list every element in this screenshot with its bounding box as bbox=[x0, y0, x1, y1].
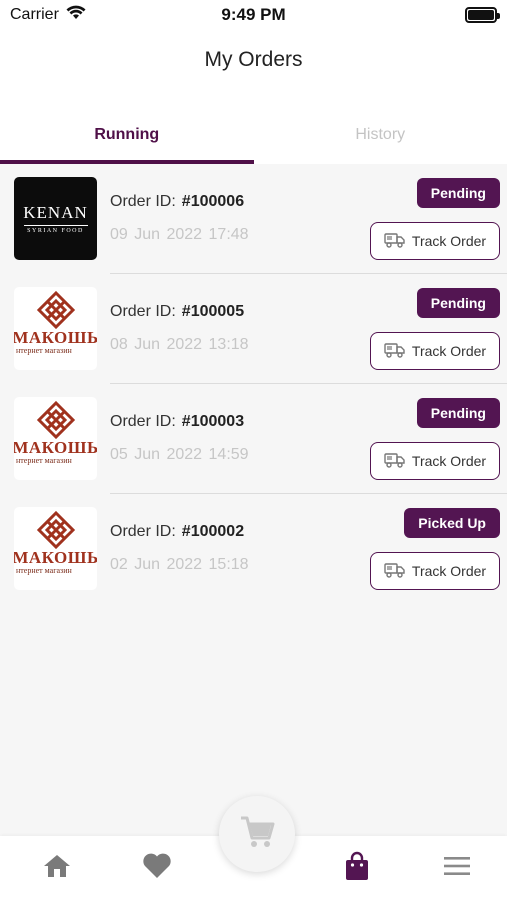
order-id-value: #100005 bbox=[181, 303, 245, 320]
track-order-label: Track Order bbox=[411, 453, 487, 469]
logo-text: МАКОШЬ bbox=[14, 328, 97, 347]
order-datetime: 05 Jun 2022 14:59 bbox=[110, 446, 249, 464]
delivery-truck-icon bbox=[384, 451, 406, 472]
wifi-icon bbox=[66, 5, 86, 25]
order-id: Order ID: #100003 bbox=[110, 413, 244, 431]
order-row[interactable]: МАКОШЬ нтернет магазин Order ID: #100005 … bbox=[0, 274, 507, 384]
makosh-logo: МАКОШЬ нтернет магазин bbox=[14, 397, 97, 480]
carrier-label: Carrier bbox=[10, 6, 59, 23]
order-time: 13:18 bbox=[208, 336, 249, 353]
battery-icon bbox=[465, 7, 500, 23]
delivery-truck-icon bbox=[384, 561, 406, 582]
order-date: 09 Jun 2022 bbox=[110, 226, 203, 243]
track-order-label: Track Order bbox=[411, 233, 487, 249]
order-time: 17:48 bbox=[208, 226, 249, 243]
shopping-bag-icon bbox=[344, 851, 370, 886]
order-id-value: #100002 bbox=[181, 523, 245, 540]
order-time: 15:18 bbox=[208, 556, 249, 573]
track-order-button[interactable]: Track Order bbox=[370, 552, 500, 590]
order-date: 02 Jun 2022 bbox=[110, 556, 203, 573]
order-id: Order ID: #100005 bbox=[110, 303, 244, 321]
logo-subtext: SYRIAN FOOD bbox=[27, 228, 84, 234]
order-id-label: Order ID: bbox=[110, 413, 176, 430]
track-order-button[interactable]: Track Order bbox=[370, 332, 500, 370]
status-badge: Pending bbox=[416, 288, 500, 318]
menu-icon bbox=[443, 855, 471, 882]
nav-home[interactable] bbox=[27, 836, 87, 900]
status-badge: Pending bbox=[416, 178, 500, 208]
orders-list: KENAN SYRIAN FOOD Order ID: #100006 09 Ju… bbox=[0, 164, 507, 836]
order-id-value: #100003 bbox=[181, 413, 245, 430]
home-icon bbox=[43, 853, 71, 884]
order-datetime: 02 Jun 2022 15:18 bbox=[110, 556, 249, 574]
order-row[interactable]: МАКОШЬ нтернет магазин Order ID: #100002 … bbox=[0, 494, 507, 604]
order-id: Order ID: #100006 bbox=[110, 193, 244, 211]
nav-orders[interactable] bbox=[327, 836, 387, 900]
status-left: Carrier bbox=[10, 5, 86, 25]
makosh-logo: МАКОШЬ нтернет магазин bbox=[14, 287, 97, 370]
order-date: 08 Jun 2022 bbox=[110, 336, 203, 353]
order-tabs: Running History bbox=[0, 106, 507, 164]
delivery-truck-icon bbox=[384, 341, 406, 362]
page-title: My Orders bbox=[204, 48, 303, 71]
track-order-label: Track Order bbox=[411, 343, 487, 359]
nav-favorites[interactable] bbox=[127, 836, 187, 900]
cart-icon bbox=[239, 815, 275, 854]
logo-text: МАКОШЬ bbox=[14, 548, 97, 567]
logo-text: МАКОШЬ bbox=[14, 438, 97, 457]
status-bar: Carrier 9:49 PM bbox=[0, 0, 507, 30]
delivery-truck-icon bbox=[384, 231, 406, 252]
makosh-logo: МАКОШЬ нтернет магазин bbox=[14, 507, 97, 590]
cart-button[interactable] bbox=[219, 796, 295, 872]
heart-icon bbox=[142, 852, 172, 884]
order-row[interactable]: KENAN SYRIAN FOOD Order ID: #100006 09 Ju… bbox=[0, 164, 507, 274]
track-order-label: Track Order bbox=[411, 563, 487, 579]
nav-menu[interactable] bbox=[427, 836, 487, 900]
status-badge: Picked Up bbox=[404, 508, 500, 538]
order-id: Order ID: #100002 bbox=[110, 523, 244, 541]
kenan-logo: KENAN SYRIAN FOOD bbox=[14, 177, 97, 260]
track-order-button[interactable]: Track Order bbox=[370, 222, 500, 260]
order-row[interactable]: МАКОШЬ нтернет магазин Order ID: #100003 … bbox=[0, 384, 507, 494]
logo-text: KENAN bbox=[23, 203, 88, 222]
order-id-label: Order ID: bbox=[110, 193, 176, 210]
order-time: 14:59 bbox=[208, 446, 249, 463]
track-order-button[interactable]: Track Order bbox=[370, 442, 500, 480]
order-datetime: 08 Jun 2022 13:18 bbox=[110, 336, 249, 354]
tab-history[interactable]: History bbox=[254, 106, 507, 164]
status-badge: Pending bbox=[416, 398, 500, 428]
order-id-label: Order ID: bbox=[110, 303, 176, 320]
order-datetime: 09 Jun 2022 17:48 bbox=[110, 226, 249, 244]
order-id-label: Order ID: bbox=[110, 523, 176, 540]
logo-subtext: нтернет магазин bbox=[16, 456, 72, 465]
tab-running[interactable]: Running bbox=[0, 106, 254, 164]
logo-subtext: нтернет магазин bbox=[16, 346, 72, 355]
order-date: 05 Jun 2022 bbox=[110, 446, 203, 463]
logo-subtext: нтернет магазин bbox=[16, 566, 72, 575]
order-id-value: #100006 bbox=[181, 193, 245, 210]
